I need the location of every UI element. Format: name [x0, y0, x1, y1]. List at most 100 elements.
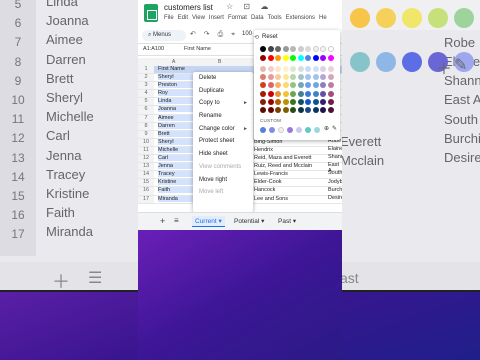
color-swatch[interactable]: [260, 46, 266, 52]
color-swatch[interactable]: [282, 98, 289, 105]
color-swatch[interactable]: [260, 66, 266, 72]
color-swatch[interactable]: [297, 90, 304, 97]
color-swatch[interactable]: [327, 66, 334, 72]
cell-last-name[interactable]: Elder-Cook: [254, 179, 282, 185]
color-swatch[interactable]: [320, 90, 326, 97]
formula-input[interactable]: First Name: [184, 46, 211, 52]
color-swatch[interactable]: [305, 74, 311, 81]
color-swatch[interactable]: [290, 82, 296, 89]
cell-right-edge[interactable]: South: [328, 170, 342, 176]
color-swatch[interactable]: [297, 66, 304, 72]
row-number[interactable]: 4: [138, 90, 154, 98]
cell-right-edge[interactable]: Burchi: [328, 187, 342, 193]
color-swatch[interactable]: [327, 74, 334, 81]
color-swatch[interactable]: [275, 74, 281, 81]
column-b-header[interactable]: B: [218, 59, 221, 65]
color-swatch[interactable]: [290, 55, 296, 61]
color-swatch[interactable]: [312, 107, 319, 113]
row-number[interactable]: 15: [138, 179, 154, 187]
color-swatch[interactable]: [282, 46, 289, 52]
custom-color-swatch[interactable]: [296, 127, 302, 133]
color-swatch[interactable]: [320, 98, 326, 105]
cell-right-edge[interactable]: Jodyb: [328, 179, 342, 185]
color-swatch[interactable]: [290, 66, 296, 72]
color-swatch[interactable]: [290, 90, 296, 97]
color-swatch[interactable]: [275, 107, 281, 113]
color-swatch[interactable]: [327, 107, 334, 113]
cell-last-name[interactable]: Hancock: [254, 187, 275, 193]
color-swatch[interactable]: [305, 66, 311, 72]
color-swatch[interactable]: [312, 82, 319, 89]
color-swatch[interactable]: [290, 74, 296, 81]
color-swatch[interactable]: [275, 98, 281, 105]
color-swatch[interactable]: [275, 55, 281, 61]
document-title[interactable]: customers list: [164, 3, 213, 12]
color-swatch[interactable]: [290, 98, 296, 105]
context-menu-item[interactable]: Move right: [193, 174, 253, 187]
color-swatch[interactable]: [327, 55, 334, 61]
cell-right-edge[interactable]: Desire: [328, 195, 342, 201]
color-swatch[interactable]: [282, 74, 289, 81]
row-number[interactable]: 9: [138, 130, 154, 138]
context-menu-item[interactable]: Hide sheet: [193, 148, 253, 161]
color-swatch[interactable]: [327, 46, 334, 52]
color-swatch[interactable]: [327, 90, 334, 97]
tab-current[interactable]: Current ▾: [192, 216, 225, 227]
color-swatch[interactable]: [260, 74, 266, 81]
row-number[interactable]: 3: [138, 82, 154, 90]
reset-color-button[interactable]: Reset: [262, 34, 278, 40]
add-sheet-button[interactable]: +: [160, 216, 165, 226]
context-menu-item[interactable]: Delete: [193, 72, 253, 85]
color-swatch[interactable]: [260, 55, 266, 61]
cell-last-name[interactable]: Reid, Maza and Everett: [254, 155, 311, 161]
color-swatch[interactable]: [320, 46, 326, 52]
color-swatch[interactable]: [320, 66, 326, 72]
context-menu-item[interactable]: Change color ►: [193, 123, 253, 136]
menu-item[interactable]: Extensions: [286, 15, 315, 21]
color-swatch[interactable]: [305, 55, 311, 61]
row-number[interactable]: 10: [138, 138, 154, 146]
color-swatch[interactable]: [312, 55, 319, 61]
add-custom-color-icon[interactable]: ⊕: [324, 125, 329, 132]
menu-item[interactable]: He: [319, 15, 327, 21]
color-swatch[interactable]: [305, 98, 311, 105]
row-number[interactable]: 2: [138, 74, 154, 82]
color-swatch[interactable]: [275, 90, 281, 97]
cell-right-edge[interactable]: Elaine: [328, 146, 342, 152]
color-swatch[interactable]: [320, 82, 326, 89]
color-swatch[interactable]: [320, 74, 326, 81]
color-swatch[interactable]: [275, 82, 281, 89]
color-swatch[interactable]: [305, 82, 311, 89]
row-number[interactable]: 8: [138, 122, 154, 130]
color-swatch[interactable]: [267, 82, 274, 89]
color-swatch[interactable]: [297, 55, 304, 61]
row-number[interactable]: 17: [138, 195, 154, 203]
row-number[interactable]: 11: [138, 146, 154, 155]
star-icon[interactable]: ☆ ⊡ ☁: [226, 2, 272, 11]
row-number[interactable]: 14: [138, 171, 154, 179]
color-swatch[interactable]: [282, 90, 289, 97]
color-swatch[interactable]: [312, 90, 319, 97]
cell-last-name[interactable]: Lee and Sons: [254, 196, 288, 202]
menu-item[interactable]: Data: [251, 15, 264, 21]
color-swatch[interactable]: [297, 98, 304, 105]
color-swatch[interactable]: [297, 107, 304, 113]
cell-last-name[interactable]: Hendrix: [254, 147, 273, 153]
menu-item[interactable]: Edit: [178, 15, 188, 21]
row-number[interactable]: 6: [138, 106, 154, 114]
custom-color-swatch[interactable]: [314, 127, 320, 133]
custom-color-swatch[interactable]: [260, 127, 266, 133]
color-swatch[interactable]: [290, 46, 296, 52]
color-swatch[interactable]: [260, 98, 266, 105]
color-swatch[interactable]: [267, 46, 274, 52]
color-swatch[interactable]: [320, 107, 326, 113]
context-menu-item[interactable]: Protect sheet: [193, 135, 253, 148]
color-swatch[interactable]: [305, 90, 311, 97]
color-swatch[interactable]: [267, 74, 274, 81]
color-swatch[interactable]: [275, 66, 281, 72]
color-swatch[interactable]: [260, 107, 266, 113]
custom-color-swatch[interactable]: [269, 127, 275, 133]
color-swatch[interactable]: [297, 82, 304, 89]
color-swatch[interactable]: [305, 46, 311, 52]
cell-last-name[interactable]: Ruiz, Reed and Mcclain: [254, 163, 312, 169]
